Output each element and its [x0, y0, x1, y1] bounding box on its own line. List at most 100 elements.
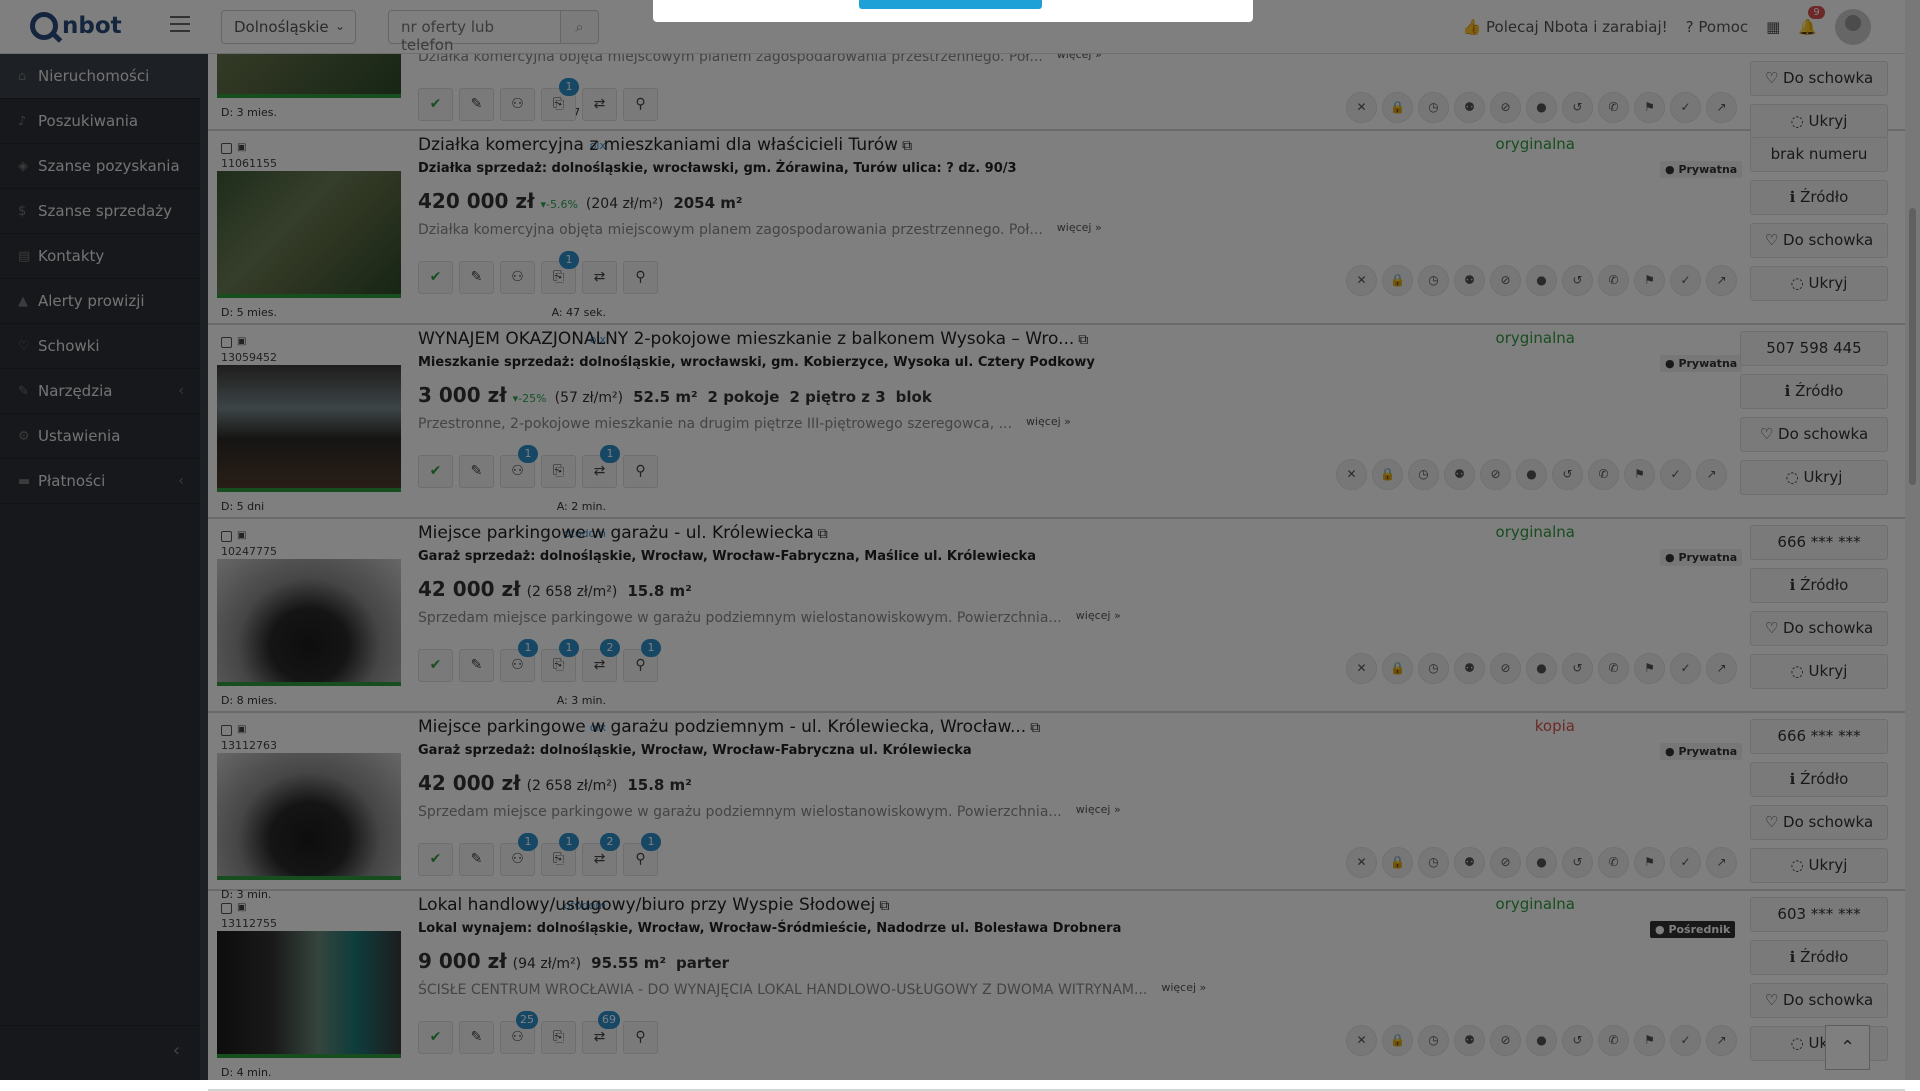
approve-icon[interactable]: ✔	[418, 649, 453, 682]
reject-icon[interactable]: ✕	[1346, 265, 1377, 296]
edit-icon[interactable]: ✎	[459, 649, 494, 682]
avatar[interactable]	[1835, 9, 1871, 45]
clipboard-button[interactable]: ♡ Do schowka	[1750, 223, 1888, 258]
person-icon[interactable]: ●	[1526, 92, 1557, 123]
lock-icon[interactable]: 🔒	[1382, 653, 1413, 684]
undo-icon[interactable]: ↺	[1562, 847, 1593, 878]
phone-icon[interactable]: ✆	[1598, 265, 1629, 296]
source-button[interactable]: ℹ Źródło	[1750, 180, 1888, 215]
user-x-icon[interactable]: ⚉	[1454, 265, 1485, 296]
person-icon[interactable]: ●	[1526, 265, 1557, 296]
source-button[interactable]: ℹ Źródło	[1750, 568, 1888, 603]
approve-icon[interactable]: ✔	[418, 261, 453, 294]
more-link[interactable]: więcej »	[1057, 221, 1102, 234]
duplicate-icon[interactable]: ⎘ 1	[541, 251, 579, 294]
phone-icon[interactable]: ✆	[1598, 653, 1629, 684]
swap-icon[interactable]: ⇄ 2	[582, 639, 620, 682]
ban-icon[interactable]: ⊘	[1490, 1025, 1521, 1056]
clipboard-button[interactable]: ♡ Do schowka	[1740, 417, 1888, 452]
person-icon[interactable]: ●	[1526, 1025, 1557, 1056]
listing-title[interactable]: Działka komercyjna z mieszkaniami dla wł…	[418, 135, 912, 155]
back-to-top-button[interactable]: ⌃	[1825, 1025, 1870, 1070]
source-button[interactable]: ℹ Źródło	[1750, 940, 1888, 975]
person-icon[interactable]: ●	[1526, 847, 1557, 878]
ban-icon[interactable]: ⊘	[1490, 92, 1521, 123]
nbot-logo[interactable]: nbot	[30, 12, 122, 40]
select-checkbox[interactable]	[221, 531, 232, 542]
share-icon[interactable]: ↗	[1706, 1025, 1737, 1056]
edit-icon[interactable]: ✎	[459, 88, 494, 121]
link-icon[interactable]: ⚲	[623, 1021, 658, 1054]
listing-photo[interactable]	[217, 931, 401, 1058]
select-checkbox[interactable]	[221, 143, 232, 154]
hide-button[interactable]: ◌ Ukryj	[1750, 654, 1888, 689]
more-link[interactable]: więcej »	[1161, 981, 1206, 994]
edit-icon[interactable]: ✎	[459, 261, 494, 294]
select-checkbox[interactable]	[221, 903, 232, 914]
phone-icon[interactable]: ✆	[1598, 1025, 1629, 1056]
ban-icon[interactable]: ⊘	[1490, 265, 1521, 296]
approve-icon[interactable]: ✔	[418, 1021, 453, 1054]
sidebar-item-szanse-pozyskania[interactable]: ◈ Szanse pozyskania	[0, 144, 200, 189]
group-icon[interactable]: ⚇ 1	[500, 445, 538, 488]
group-icon[interactable]: ⚇ 1	[500, 833, 538, 876]
undo-icon[interactable]: ↺	[1562, 92, 1593, 123]
sidebar-item-nieruchomosci[interactable]: ⌂ Nieruchomości	[0, 54, 200, 99]
swap-icon[interactable]: ⇄ 69	[582, 1011, 620, 1054]
group-icon[interactable]: ⚇ 1	[500, 639, 538, 682]
region-select[interactable]: Dolnośląskie ⌄	[221, 10, 356, 44]
undo-icon[interactable]: ↺	[1552, 459, 1583, 490]
scrollbar-track[interactable]	[1905, 0, 1920, 1080]
modal-button[interactable]	[859, 0, 1042, 9]
reject-icon[interactable]: ✕	[1336, 459, 1367, 490]
flag-icon[interactable]: ⚑	[1634, 92, 1665, 123]
clipboard-button[interactable]: ♡ Do schowka	[1750, 61, 1888, 96]
clock-icon[interactable]: ◷	[1418, 847, 1449, 878]
edit-icon[interactable]: ✎	[459, 1021, 494, 1054]
ban-icon[interactable]: ⊘	[1490, 847, 1521, 878]
reject-icon[interactable]: ✕	[1346, 1025, 1377, 1056]
listing-photo[interactable]	[217, 171, 401, 298]
group-icon[interactable]: ⚇ 25	[500, 1011, 538, 1054]
check-icon[interactable]: ✓	[1670, 653, 1701, 684]
approve-icon[interactable]: ✔	[418, 88, 453, 121]
duplicate-icon[interactable]: ⎘ 1	[541, 78, 579, 121]
listing-title[interactable]: Miejsce parkingowe w garażu podziemnym -…	[418, 717, 1040, 737]
select-checkbox[interactable]	[221, 725, 232, 736]
share-icon[interactable]: ↗	[1706, 265, 1737, 296]
source-button[interactable]: ℹ Źródło	[1750, 762, 1888, 797]
swap-icon[interactable]: ⇄ 1	[582, 445, 620, 488]
clock-icon[interactable]: ◷	[1418, 653, 1449, 684]
duplicate-icon[interactable]: ⎘	[541, 1021, 576, 1054]
sidebar-item-szanse-sprzedazy[interactable]: $ Szanse sprzedaży	[0, 189, 200, 234]
lock-icon[interactable]: 🔒	[1382, 1025, 1413, 1056]
external-link-icon[interactable]: ⧉	[1030, 720, 1040, 736]
link-icon[interactable]: ⚲ 1	[623, 833, 661, 876]
listing-title[interactable]: WYNAJEM OKAZJONALNY 2-pokojowe mieszkani…	[418, 329, 1088, 349]
check-icon[interactable]: ✓	[1670, 847, 1701, 878]
user-x-icon[interactable]: ⚉	[1454, 653, 1485, 684]
phone-button[interactable]: 666 *** ***	[1750, 719, 1888, 754]
source-button[interactable]: ℹ Źródło	[1740, 374, 1888, 409]
phone-button[interactable]: 507 598 445	[1740, 331, 1888, 366]
edit-icon[interactable]: ✎	[459, 455, 494, 488]
hide-button[interactable]: ◌ Ukryj	[1750, 848, 1888, 883]
phone-icon[interactable]: ✆	[1598, 847, 1629, 878]
clipboard-button[interactable]: ♡ Do schowka	[1750, 611, 1888, 646]
group-icon[interactable]: ⚇	[500, 261, 535, 294]
clock-icon[interactable]: ◷	[1408, 459, 1439, 490]
clipboard-button[interactable]: ♡ Do schowka	[1750, 983, 1888, 1018]
flag-icon[interactable]: ⚑	[1634, 847, 1665, 878]
check-icon[interactable]: ✓	[1670, 1025, 1701, 1056]
more-link[interactable]: więcej »	[1076, 803, 1121, 816]
reject-icon[interactable]: ✕	[1346, 653, 1377, 684]
user-x-icon[interactable]: ⚉	[1454, 847, 1485, 878]
duplicate-icon[interactable]: ⎘ 1	[541, 833, 579, 876]
share-icon[interactable]: ↗	[1706, 92, 1737, 123]
sidebar-item-platnosci[interactable]: ▬ Płatności ‹	[0, 459, 200, 504]
flag-icon[interactable]: ⚑	[1634, 653, 1665, 684]
sidebar-item-alerty-prowizji[interactable]: ▲ Alerty prowizji	[0, 279, 200, 324]
listing-title[interactable]: Lokal handlowy/usługowy/biuro przy Wyspi…	[418, 895, 889, 915]
duplicate-icon[interactable]: ⎘	[541, 455, 576, 488]
swap-icon[interactable]: ⇄ 2	[582, 833, 620, 876]
